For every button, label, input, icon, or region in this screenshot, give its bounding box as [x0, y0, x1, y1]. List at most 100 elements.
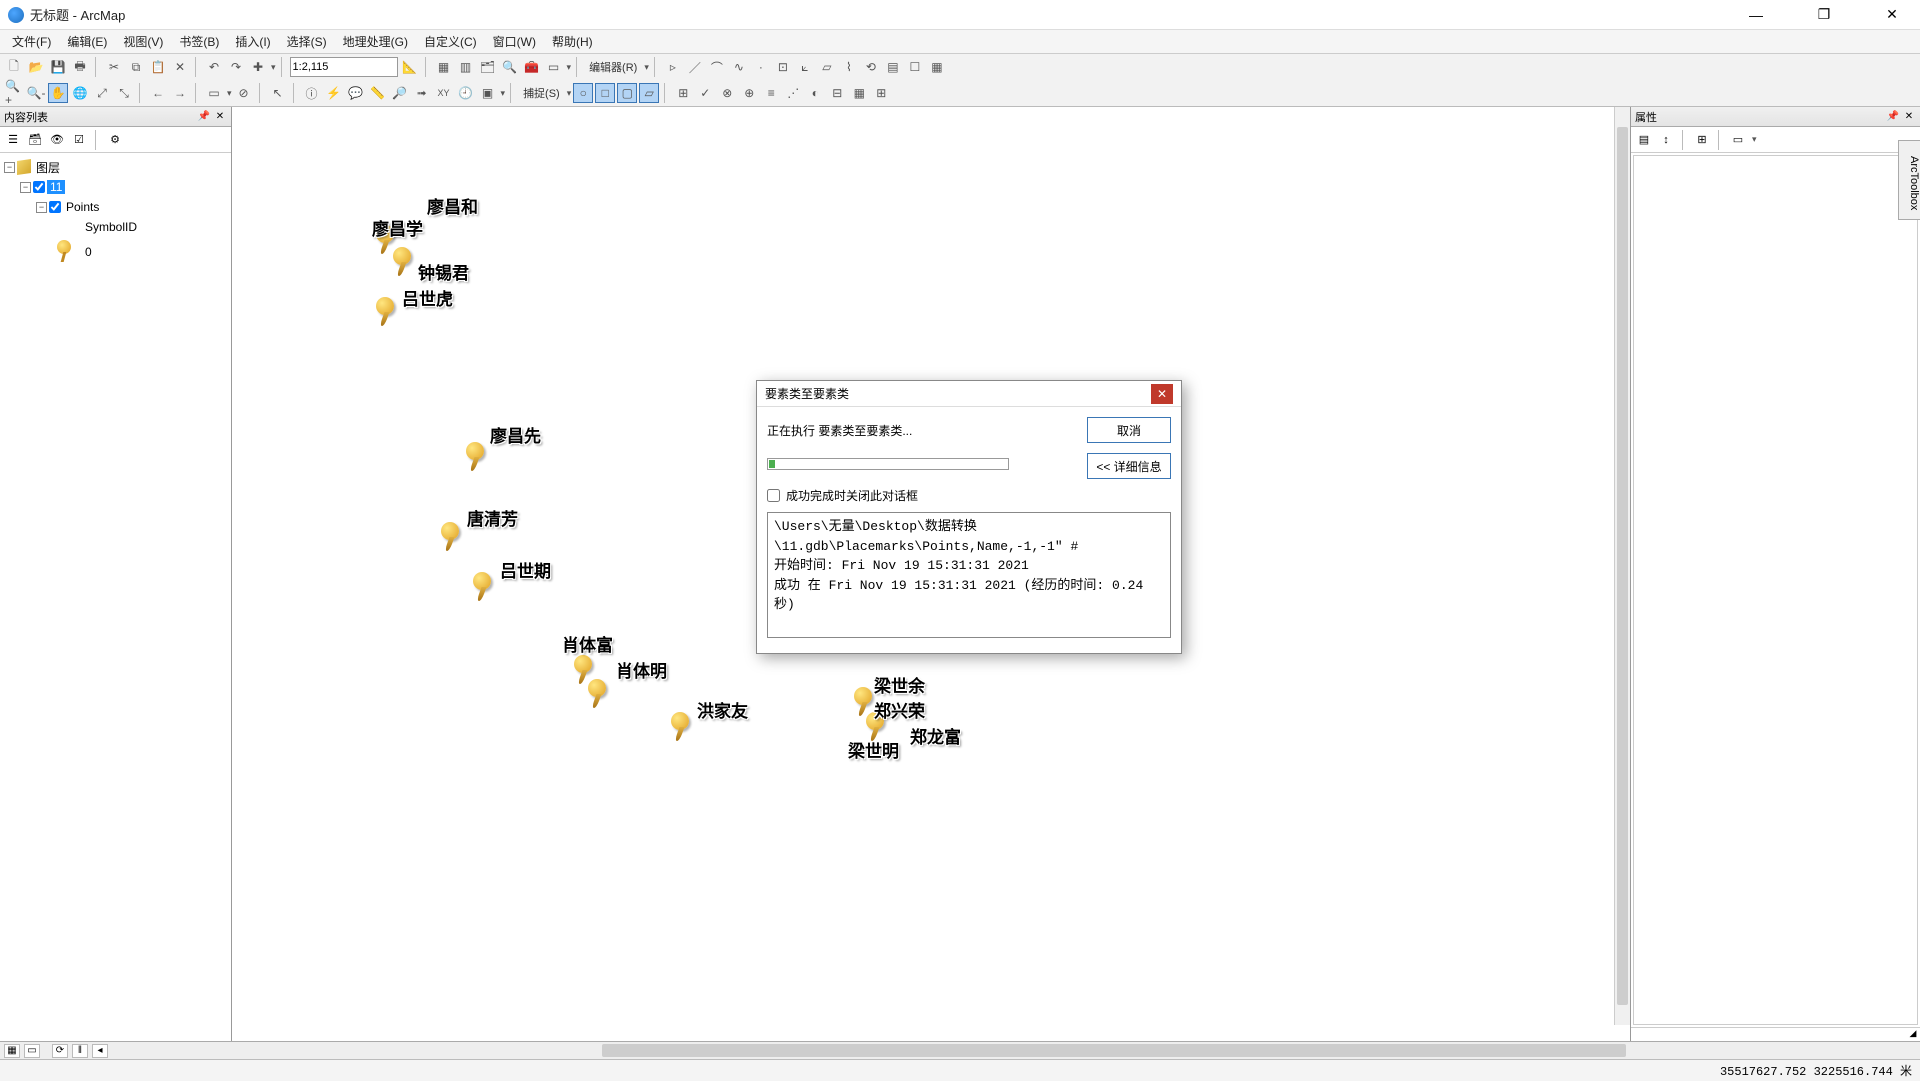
open-icon[interactable]: 📂 — [26, 57, 46, 77]
paste-icon[interactable]: 📋 — [148, 57, 168, 77]
maximize-button[interactable]: ❐ — [1804, 1, 1844, 29]
attrs-tb-1[interactable]: ▤ — [1635, 131, 1653, 149]
close-on-success-checkbox[interactable] — [767, 489, 780, 502]
topo-validate-icon[interactable]: ✓ — [695, 83, 715, 103]
map-scale-combo[interactable] — [290, 57, 398, 77]
menu-customize[interactable]: 自定义(C) — [416, 31, 485, 52]
arctoolbox-side-tab[interactable]: ArcToolbox — [1898, 140, 1920, 220]
map-pin[interactable] — [462, 442, 488, 474]
snap-edge-icon[interactable]: ▱ — [639, 83, 659, 103]
layer-11-label[interactable]: 11 — [47, 180, 65, 194]
topo-shared-icon[interactable]: ⊟ — [827, 83, 847, 103]
layout-view-tab[interactable]: ▭ — [24, 1044, 40, 1058]
identify-icon[interactable]: ⓘ — [302, 83, 322, 103]
html-popup-icon[interactable]: 💬 — [346, 83, 366, 103]
map-horizontal-scrollbar[interactable] — [112, 1042, 1916, 1059]
menu-bookmarks[interactable]: 书签(B) — [171, 31, 227, 52]
topo-options-icon[interactable]: ⊞ — [871, 83, 891, 103]
edit-vertex-icon[interactable]: ⊡ — [773, 57, 793, 77]
tree-toggle-11[interactable]: − — [20, 182, 31, 193]
save-icon[interactable]: 💾 — [48, 57, 68, 77]
dialog-details-button[interactable]: << 详细信息 — [1087, 453, 1171, 479]
list-by-source-icon[interactable]: 🗃 — [26, 131, 44, 149]
list-by-visibility-icon[interactable]: 👁 — [48, 131, 66, 149]
edit-split-icon[interactable]: ⌇ — [839, 57, 859, 77]
edit-create-icon[interactable]: ▦ — [927, 57, 947, 77]
pause-drawing-button[interactable]: ‖ — [72, 1044, 88, 1058]
redo-icon[interactable]: ↷ — [226, 57, 246, 77]
edit-sketch-icon[interactable]: ☐ — [905, 57, 925, 77]
attrs-tb-2[interactable]: ↕ — [1657, 131, 1675, 149]
menu-windows[interactable]: 窗口(W) — [485, 31, 544, 52]
fixed-zoom-in-icon[interactable]: ⤢ — [92, 83, 112, 103]
print-icon[interactable]: 🖶 — [70, 57, 90, 77]
forward-extent-icon[interactable]: → — [170, 83, 190, 103]
snap-point-icon[interactable]: ○ — [573, 83, 593, 103]
edit-tool-icon[interactable]: ▹ — [663, 57, 683, 77]
list-by-selection-icon[interactable]: ☑ — [70, 131, 88, 149]
edit-point-icon[interactable]: · — [751, 57, 771, 77]
map-vertical-scrollbar[interactable] — [1614, 107, 1630, 1025]
attrs-close-icon[interactable]: ✕ — [1902, 110, 1916, 124]
tree-toggle-root[interactable]: − — [4, 162, 15, 173]
zoom-out-icon[interactable]: 🔍- — [26, 83, 46, 103]
add-data-icon[interactable]: ✚ — [248, 57, 268, 77]
view-left-button[interactable]: ◂ — [92, 1044, 108, 1058]
map-pin[interactable] — [469, 572, 495, 604]
snap-end-icon[interactable]: □ — [595, 83, 615, 103]
zoom-in-icon[interactable]: 🔍+ — [4, 83, 24, 103]
attrs-tb-4[interactable]: ▭ — [1729, 131, 1747, 149]
data-view-tab[interactable]: ▦ — [4, 1044, 20, 1058]
dialog-log-textarea[interactable] — [767, 512, 1171, 638]
topo-construct-icon[interactable]: ◐ — [805, 83, 825, 103]
topo-edit-icon[interactable]: ⊞ — [673, 83, 693, 103]
map-pin[interactable] — [584, 679, 610, 711]
cut-icon[interactable]: ✂ — [104, 57, 124, 77]
measure-icon[interactable]: 📏 — [368, 83, 388, 103]
menu-insert[interactable]: 插入(I) — [227, 31, 278, 52]
refresh-view-button[interactable]: ⟳ — [52, 1044, 68, 1058]
undo-icon[interactable]: ↶ — [204, 57, 224, 77]
list-by-drawing-icon[interactable]: ☰ — [4, 131, 22, 149]
minimize-button[interactable]: — — [1736, 1, 1776, 29]
toc-pin-icon[interactable]: 📌 — [197, 110, 211, 124]
search-window-icon[interactable]: 🔍 — [500, 57, 520, 77]
delete-icon[interactable]: ✕ — [170, 57, 190, 77]
dialog-titlebar[interactable]: 要素类至要素类 ✕ — [757, 381, 1181, 407]
topo-planarize-icon[interactable]: ▦ — [849, 83, 869, 103]
full-extent-icon[interactable]: 🌐 — [70, 83, 90, 103]
select-features-icon[interactable]: ▭ — [204, 83, 224, 103]
menu-view[interactable]: 视图(V) — [115, 31, 171, 52]
edit-cut-icon[interactable]: ▱ — [817, 57, 837, 77]
pan-icon[interactable]: ✋ — [48, 83, 68, 103]
menu-help[interactable]: 帮助(H) — [544, 31, 601, 52]
menu-edit[interactable]: 编辑(E) — [59, 31, 115, 52]
find-icon[interactable]: 🔎 — [390, 83, 410, 103]
new-doc-icon[interactable]: 🗋 — [4, 57, 24, 77]
hyperlink-icon[interactable]: ⚡ — [324, 83, 344, 103]
goto-xy-icon[interactable]: XY — [434, 83, 454, 103]
attrs-tb-3[interactable]: ⊞ — [1693, 131, 1711, 149]
snap-vertex-icon[interactable]: ▢ — [617, 83, 637, 103]
map-pin[interactable] — [667, 712, 693, 744]
toc-options-icon[interactable]: ⚙ — [106, 131, 124, 149]
editor-toolbar-btn-1[interactable]: ▦ — [434, 57, 454, 77]
edit-arc-icon[interactable]: ⌒ — [707, 57, 727, 77]
snapping-menu[interactable]: 捕捉(S) — [519, 85, 564, 101]
back-extent-icon[interactable]: ← — [148, 83, 168, 103]
map-pin[interactable] — [372, 297, 398, 329]
toc-close-icon[interactable]: ✕ — [213, 110, 227, 124]
editor-menu[interactable]: 编辑器(R) — [585, 59, 641, 75]
layer-points-label[interactable]: Points — [63, 200, 102, 214]
toolbox-icon[interactable]: 🧰 — [522, 57, 542, 77]
scale-tools-icon[interactable]: 📐 — [400, 57, 420, 77]
dialog-close-button[interactable]: ✕ — [1151, 384, 1173, 404]
menu-selection[interactable]: 选择(S) — [279, 31, 335, 52]
python-window-icon[interactable]: ▭ — [544, 57, 564, 77]
close-button[interactable]: ✕ — [1872, 1, 1912, 29]
attrs-pin-icon[interactable]: 📌 — [1886, 110, 1900, 124]
dialog-cancel-button[interactable]: 取消 — [1087, 417, 1171, 443]
editor-toolbar-btn-2[interactable]: ▥ — [456, 57, 476, 77]
layer-11-visibility-checkbox[interactable] — [33, 181, 45, 193]
select-elements-icon[interactable]: ↖ — [268, 83, 288, 103]
